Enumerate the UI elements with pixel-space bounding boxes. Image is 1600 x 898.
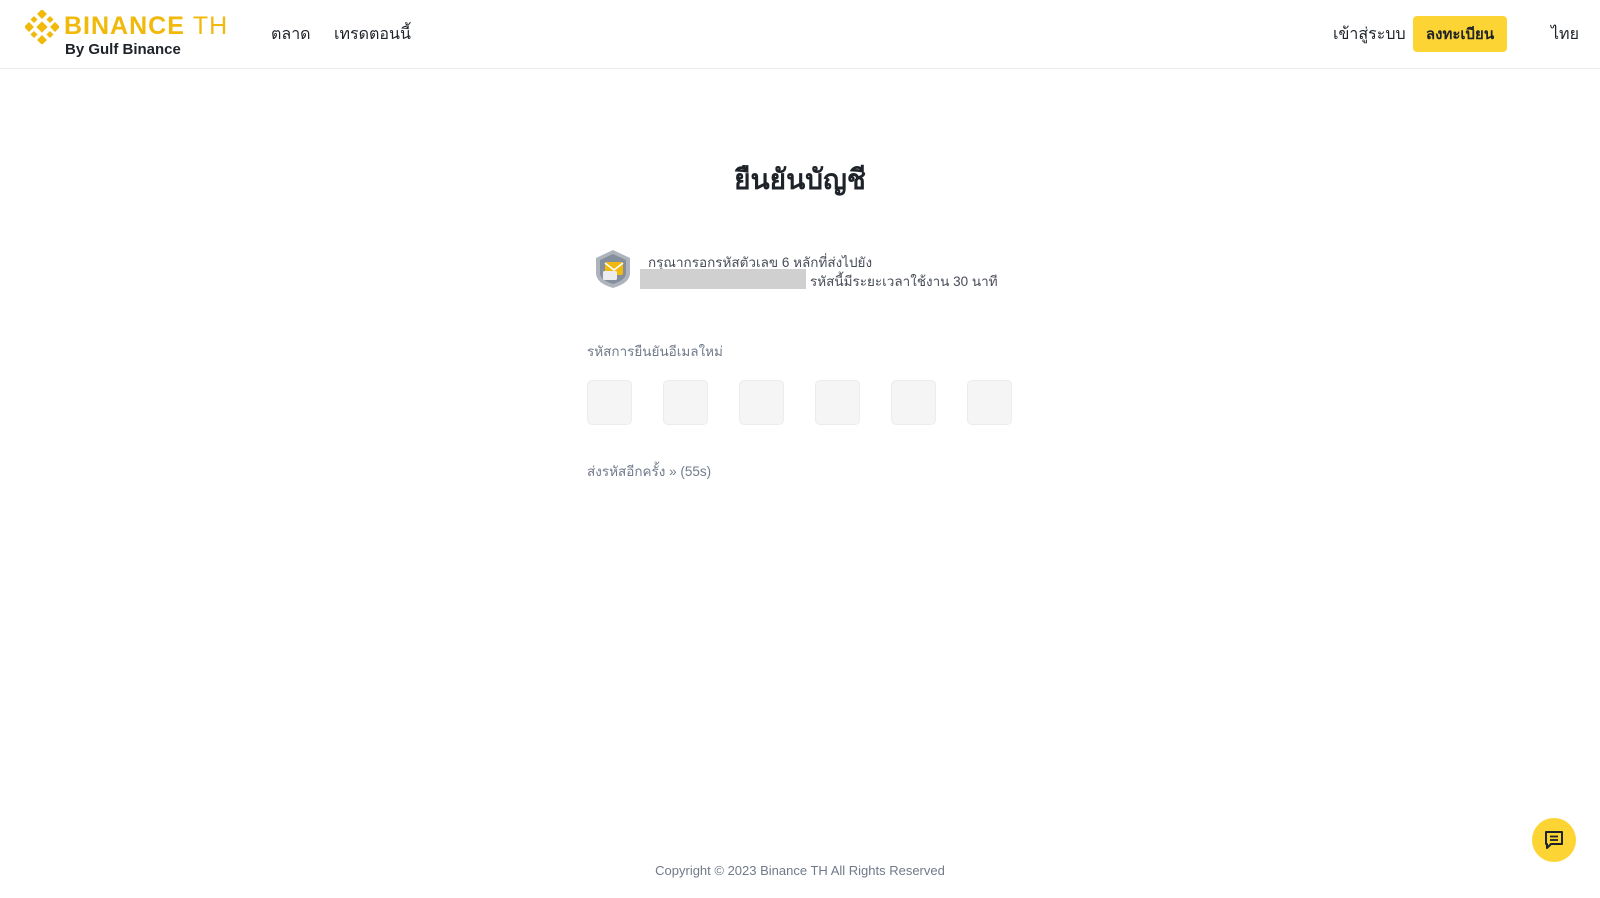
- resend-code-link[interactable]: ส่งรหัสอีกครั้ง » (55s): [587, 460, 711, 482]
- code-digit-input-1[interactable]: [587, 380, 632, 425]
- code-digit-input-3[interactable]: [739, 380, 784, 425]
- header: BINANCE TH By Gulf Binance ตลาด เทรดตอนนี…: [0, 0, 1600, 69]
- register-button[interactable]: ลงทะเบียน: [1413, 16, 1507, 52]
- masked-email: [640, 269, 806, 289]
- code-digit-input-4[interactable]: [815, 380, 860, 425]
- binance-th-logo[interactable]: BINANCE TH By Gulf Binance: [25, 10, 240, 60]
- chat-button[interactable]: [1532, 818, 1576, 862]
- info-line-2: รหัสนี้มีระยะเวลาใช้งาน 30 นาที: [810, 274, 998, 289]
- brand-name: BINANCE TH: [64, 12, 229, 40]
- page-title: ยืนยันบัญชี: [734, 164, 866, 195]
- nav-trade-now[interactable]: เทรดตอนนี้: [334, 22, 411, 47]
- binance-diamond-icon: [25, 10, 59, 44]
- copyright-text: Copyright © 2023 Binance TH All Rights R…: [655, 863, 945, 878]
- chat-icon: [1545, 831, 1563, 849]
- login-link[interactable]: เข้าสู่ระบบ: [1333, 22, 1406, 47]
- code-digit-input-6[interactable]: [967, 380, 1012, 425]
- email-shield-icon: [596, 250, 630, 288]
- language-selector[interactable]: ไทย: [1551, 22, 1579, 47]
- nav-markets[interactable]: ตลาด: [271, 22, 311, 47]
- brand-subtitle: By Gulf Binance: [65, 41, 181, 58]
- code-field-label: รหัสการยืนยันอีเมลใหม่: [587, 344, 723, 359]
- code-digit-input-5[interactable]: [891, 380, 936, 425]
- code-digit-input-2[interactable]: [663, 380, 708, 425]
- verification-info: กรุณากรอกรหัสตัวเลข 6 หลักที่ส่งไปยัง รห…: [594, 247, 1014, 291]
